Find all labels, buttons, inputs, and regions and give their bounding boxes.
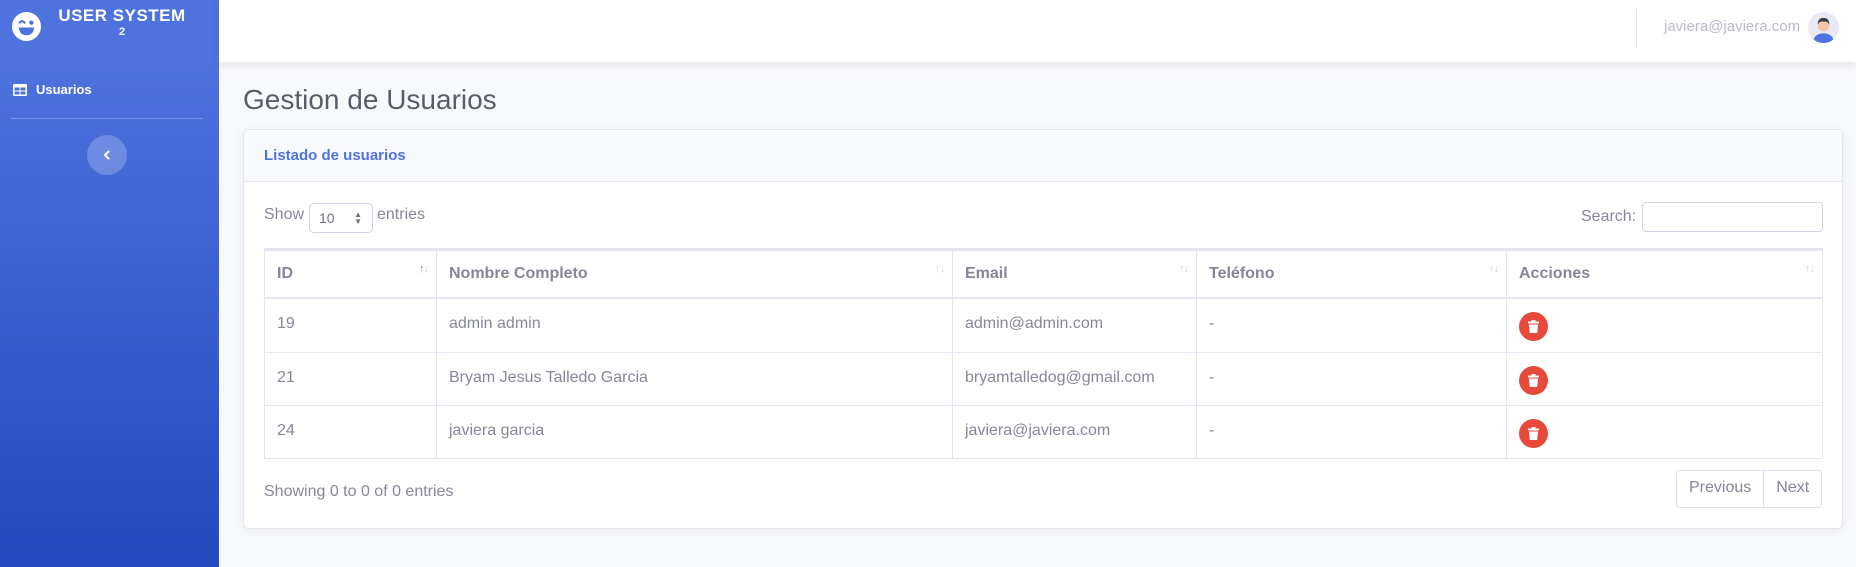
topbar: javiera@javiera.com xyxy=(219,0,1856,62)
table-row: 24 javiera garcia javiera@javiera.com - xyxy=(265,405,1822,458)
length-label: Show xyxy=(264,206,305,223)
search-label: Search: xyxy=(1581,208,1637,225)
sort-icon: ↑↓ xyxy=(1179,263,1189,275)
sidebar-divider xyxy=(11,118,203,119)
next-button[interactable]: Next xyxy=(1763,471,1822,507)
column-header-label: Email xyxy=(965,265,1008,282)
cell-name: javiera garcia xyxy=(437,406,953,458)
cell-name: admin admin xyxy=(437,299,953,352)
previous-button[interactable]: Previous xyxy=(1677,471,1764,507)
cell-phone: - xyxy=(1197,299,1507,352)
entries-select[interactable]: 10 ▲ ▼ xyxy=(309,203,373,233)
delete-button[interactable] xyxy=(1519,366,1548,395)
page-title: Gestion de Usuarios xyxy=(243,84,497,115)
laugh-wink-icon xyxy=(11,11,42,42)
column-header-nombre[interactable]: Nombre Completo ↑↓ xyxy=(437,251,953,297)
sidebar-item-label: Usuarios xyxy=(36,82,92,97)
trash-icon xyxy=(1528,320,1539,333)
cell-actions xyxy=(1507,299,1822,352)
trash-icon xyxy=(1528,427,1539,440)
column-header-label: Nombre Completo xyxy=(449,265,588,282)
cell-actions xyxy=(1507,353,1822,405)
brand-superscript: 2 xyxy=(118,26,126,38)
cell-id: 24 xyxy=(265,406,437,458)
sidebar: USER SYSTEM 2 Usuarios xyxy=(0,0,219,567)
column-header-label: ID xyxy=(277,265,293,282)
cell-email: admin@admin.com xyxy=(953,299,1197,352)
column-header-id[interactable]: ID ↑↓ xyxy=(265,251,437,297)
users-table: ID ↑↓ Nombre Completo ↑↓ Email ↑↓ Teléfo… xyxy=(264,248,1823,459)
column-header-email[interactable]: Email ↑↓ xyxy=(953,251,1197,297)
cell-email: bryamtalledog@gmail.com xyxy=(953,353,1197,405)
search-input[interactable] xyxy=(1642,202,1823,232)
avatar-icon xyxy=(1808,12,1839,43)
cell-name: Bryam Jesus Talledo Garcia xyxy=(437,353,953,405)
cell-id: 21 xyxy=(265,353,437,405)
users-card: Listado de usuarios Show 10 ▲ ▼ entries S… xyxy=(243,129,1843,529)
brand-title: USER SYSTEM xyxy=(58,6,186,25)
delete-button[interactable] xyxy=(1519,312,1548,341)
sidebar-brand[interactable]: USER SYSTEM 2 xyxy=(0,0,219,50)
column-header-telefono[interactable]: Teléfono ↑↓ xyxy=(1197,251,1507,297)
table-icon xyxy=(13,84,27,96)
column-header-label: Acciones xyxy=(1519,265,1591,282)
select-caret-icon: ▲ ▼ xyxy=(354,210,362,226)
topbar-divider xyxy=(1636,10,1637,48)
entries-select-value: 10 xyxy=(319,210,335,226)
column-header-label: Teléfono xyxy=(1209,265,1275,282)
column-header-acciones[interactable]: Acciones ↑↓ xyxy=(1507,251,1822,297)
chevron-left-icon xyxy=(104,150,110,160)
cell-phone: - xyxy=(1197,353,1507,405)
cell-actions xyxy=(1507,406,1822,458)
cell-phone: - xyxy=(1197,406,1507,458)
card-header: Listado de usuarios xyxy=(244,130,1842,182)
table-row: 19 admin admin admin@admin.com - xyxy=(265,299,1822,352)
sort-icon: ↑↓ xyxy=(1805,263,1815,275)
sort-icon: ↑↓ xyxy=(935,263,945,275)
sidebar-toggle-button[interactable] xyxy=(87,135,127,175)
sort-icon: ↑↓ xyxy=(1489,263,1499,275)
length-suffix: entries xyxy=(377,206,426,223)
delete-button[interactable] xyxy=(1519,419,1548,448)
user-avatar[interactable] xyxy=(1808,12,1839,43)
trash-icon xyxy=(1528,374,1539,387)
table-info: Showing 0 to 0 of 0 entries xyxy=(264,483,454,500)
sidebar-item-usuarios[interactable]: Usuarios xyxy=(0,78,219,106)
table-header-row: ID ↑↓ Nombre Completo ↑↓ Email ↑↓ Teléfo… xyxy=(265,249,1822,299)
user-email[interactable]: javiera@javiera.com xyxy=(1664,18,1800,35)
card-title: Listado de usuarios xyxy=(264,147,406,164)
pagination: Previous Next xyxy=(1676,470,1823,508)
cell-id: 19 xyxy=(265,299,437,352)
sort-asc-icon: ↑↓ xyxy=(419,263,429,275)
table-row: 21 Bryam Jesus Talledo Garcia bryamtalle… xyxy=(265,352,1822,405)
cell-email: javiera@javiera.com xyxy=(953,406,1197,458)
